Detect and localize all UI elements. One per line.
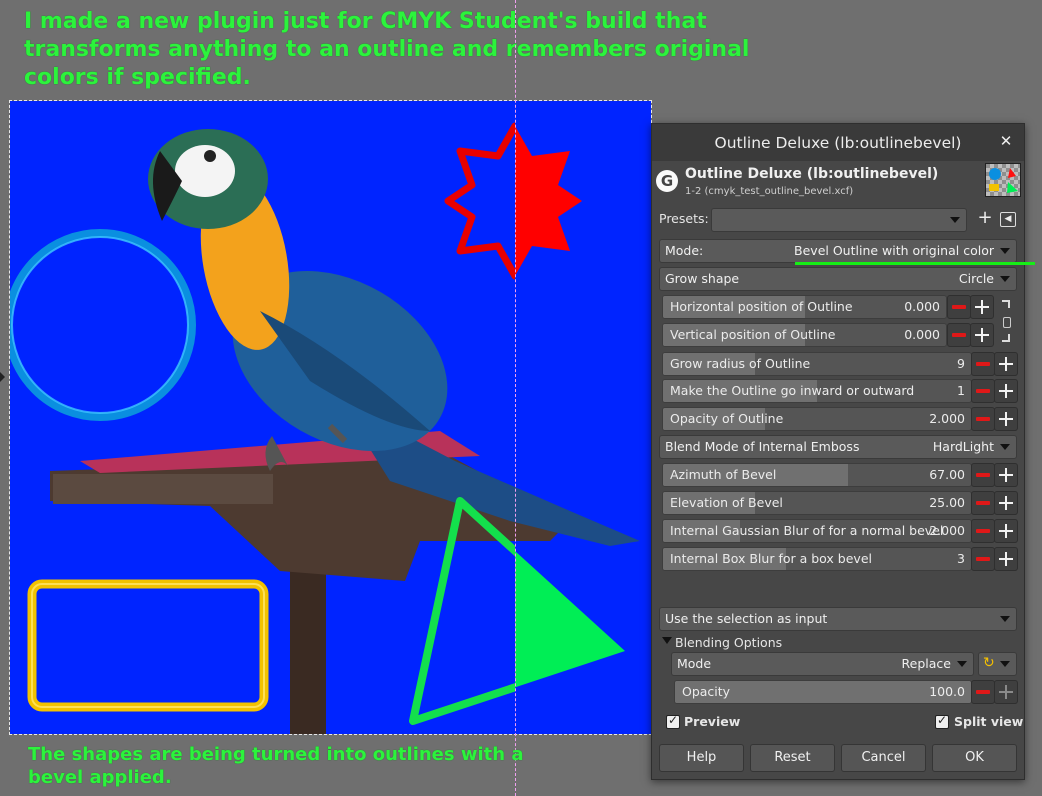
help-button[interactable]: Help <box>659 744 744 772</box>
slider-vertical-position[interactable]: Vertical position of Outline 0.000 <box>662 323 947 347</box>
thumbnail-art <box>989 168 1018 193</box>
chevron-down-icon <box>1000 276 1010 282</box>
chain-top-icon <box>1002 300 1010 308</box>
preview-checkbox[interactable] <box>666 713 680 729</box>
increase-opacity-outline-button[interactable] <box>994 407 1018 431</box>
reset-button[interactable]: Reset <box>750 744 835 772</box>
blend-mode-replace-combo[interactable]: Mode Replace <box>671 652 974 676</box>
chevron-down-icon <box>957 661 967 667</box>
ring-outline <box>10 229 196 421</box>
outline-deluxe-dialog: Outline Deluxe (lb:outlinebevel) ✕ G Out… <box>651 123 1025 780</box>
preview-label: Preview <box>684 714 741 729</box>
increase-horizontal-button[interactable] <box>970 295 994 319</box>
ring-highlight <box>11 236 189 414</box>
left-edge-marker <box>0 372 5 382</box>
image-thumbnail <box>985 163 1021 197</box>
blending-options-label[interactable]: Blending Options <box>675 635 782 650</box>
gegl-logo-icon: G <box>656 170 678 192</box>
increase-blend-opacity-button[interactable] <box>994 680 1018 704</box>
chevron-down-icon <box>1000 616 1010 622</box>
decrease-gaussian-blur-button[interactable] <box>971 519 995 543</box>
expander-arrow-icon[interactable] <box>662 637 672 644</box>
split-view-label: Split view <box>954 714 1024 729</box>
dialog-title: Outline Deluxe (lb:outlinebevel) <box>714 134 962 152</box>
preset-menu-icon[interactable]: ◀ <box>1000 212 1016 227</box>
slider-horizontal-position[interactable]: Horizontal position of Outline 0.000 <box>662 295 947 319</box>
increase-inward-outward-button[interactable] <box>994 379 1018 403</box>
increase-elevation-button[interactable] <box>994 491 1018 515</box>
increase-box-blur-button[interactable] <box>994 547 1018 571</box>
decrease-azimuth-button[interactable] <box>971 463 995 487</box>
ok-button[interactable]: OK <box>932 744 1017 772</box>
increase-vertical-button[interactable] <box>970 323 994 347</box>
close-icon[interactable]: ✕ <box>998 133 1014 149</box>
slider-box-blur[interactable]: Internal Box Blur for a box bevel 3 <box>662 547 972 571</box>
slider-elevation[interactable]: Elevation of Bevel 25.00 <box>662 491 972 515</box>
mode-combo[interactable]: Mode: Bevel Outline with original color <box>659 239 1017 263</box>
presets-label: Presets: <box>659 211 709 226</box>
chevron-down-icon <box>950 217 960 223</box>
grow-shape-combo[interactable]: Grow shape Circle <box>659 267 1017 291</box>
blend-mode-combo[interactable]: Blend Mode of Internal Emboss HardLight <box>659 435 1017 459</box>
slider-inward-outward[interactable]: Make the Outline go inward or outward 1 <box>662 379 972 403</box>
composite-mode-icon: ↻ <box>983 655 995 671</box>
presets-combo[interactable] <box>711 208 967 232</box>
annotation-bottom: The shapes are being turned into outline… <box>28 744 524 788</box>
decrease-box-blur-button[interactable] <box>971 547 995 571</box>
slider-azimuth[interactable]: Azimuth of Bevel 67.00 <box>662 463 972 487</box>
plugin-name: Outline Deluxe (lb:outlinebevel) <box>685 166 939 182</box>
decrease-inward-outward-button[interactable] <box>971 379 995 403</box>
increase-gaussian-blur-button[interactable] <box>994 519 1018 543</box>
decrease-vertical-button[interactable] <box>947 323 971 347</box>
slider-gaussian-blur[interactable]: Internal Gaussian Blur of for a normal b… <box>662 519 972 543</box>
image-canvas[interactable] <box>9 100 652 735</box>
dialog-titlebar[interactable]: Outline Deluxe (lb:outlinebevel) ✕ <box>652 124 1024 161</box>
plugin-image-info: 1-2 (cmyk_test_outline_bevel.xcf) <box>685 186 854 197</box>
slider-grow-radius[interactable]: Grow radius of Outline 9 <box>662 352 972 376</box>
decrease-elevation-button[interactable] <box>971 491 995 515</box>
chain-bottom-icon <box>1002 334 1010 342</box>
composite-mode-combo[interactable]: ↻ <box>978 652 1017 676</box>
chevron-down-icon <box>1000 248 1010 254</box>
selection-input-combo[interactable]: Use the selection as input <box>659 607 1017 631</box>
canvas-artwork <box>10 122 640 734</box>
decrease-opacity-outline-button[interactable] <box>971 407 995 431</box>
split-view-checkbox[interactable] <box>935 713 949 729</box>
annotation-underline <box>795 262 1035 265</box>
increase-azimuth-button[interactable] <box>994 463 1018 487</box>
decrease-grow-radius-button[interactable] <box>971 352 995 376</box>
split-view-divider[interactable] <box>515 0 516 796</box>
chevron-down-icon <box>1000 661 1010 667</box>
add-preset-icon[interactable]: + <box>976 209 994 228</box>
cancel-button[interactable]: Cancel <box>841 744 926 772</box>
slider-blend-opacity[interactable]: Opacity 100.0 <box>674 680 972 704</box>
annotation-top: I made a new plugin just for CMYK Studen… <box>24 9 750 90</box>
chain-link-icon[interactable] <box>1003 317 1011 328</box>
rect-outline <box>27 579 269 712</box>
decrease-horizontal-button[interactable] <box>947 295 971 319</box>
increase-grow-radius-button[interactable] <box>994 352 1018 376</box>
decrease-blend-opacity-button[interactable] <box>971 680 995 704</box>
slider-opacity-outline[interactable]: Opacity of Outline 2.000 <box>662 407 972 431</box>
chevron-down-icon <box>1000 444 1010 450</box>
